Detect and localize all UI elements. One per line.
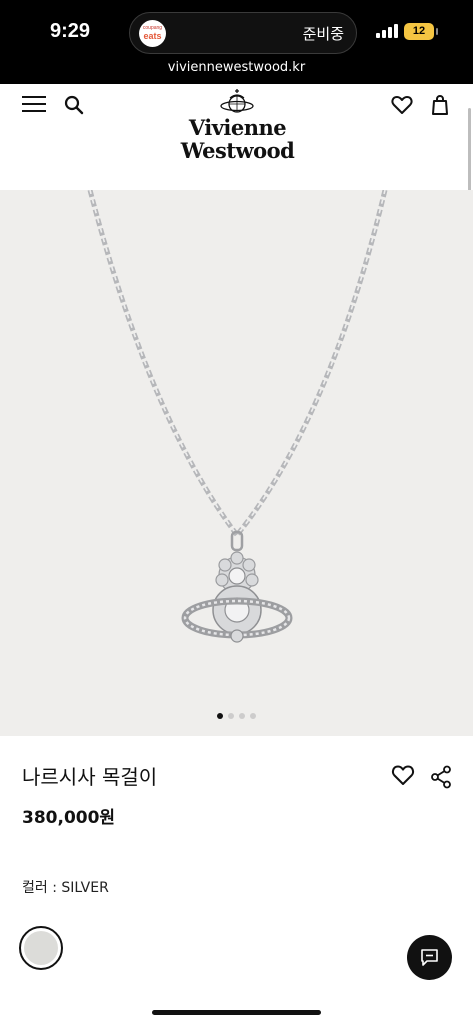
delivery-status: 준비중 xyxy=(302,25,344,43)
status-bar: 9:29 coupang eats 준비중 12 viviennewestwoo… xyxy=(0,0,473,84)
search-icon[interactable] xyxy=(64,95,84,119)
heart-icon[interactable] xyxy=(391,95,413,119)
pagination-dot-1[interactable] xyxy=(217,713,223,719)
menu-icon[interactable] xyxy=(22,95,46,117)
gallery-pagination[interactable] xyxy=(0,713,473,719)
color-label: 컬러 : xyxy=(22,880,62,896)
dynamic-island[interactable]: coupang eats 준비중 xyxy=(129,12,357,54)
shopping-bag-icon[interactable] xyxy=(432,94,448,119)
orb-logo-icon[interactable] xyxy=(220,88,254,118)
site-header: Vivienne Westwood xyxy=(0,84,473,190)
signal-icon xyxy=(376,24,398,38)
product-price: 380,000원 xyxy=(22,808,116,828)
chat-button[interactable] xyxy=(407,935,452,980)
wishlist-heart-icon[interactable] xyxy=(391,764,415,790)
product-name: 나르시사 목걸이 xyxy=(22,765,158,789)
necklace-image xyxy=(87,190,388,643)
pagination-dot-4[interactable] xyxy=(250,713,256,719)
pagination-dot-2[interactable] xyxy=(228,713,234,719)
product-image-gallery[interactable] xyxy=(0,190,473,736)
battery-level: 12 xyxy=(412,25,426,37)
color-value: SILVER xyxy=(61,880,109,896)
brand-logo[interactable]: Vivienne Westwood xyxy=(160,116,315,162)
color-option-label: 컬러 : SILVER xyxy=(22,877,109,897)
url-bar[interactable]: viviennewestwood.kr xyxy=(0,60,473,75)
pagination-dot-3[interactable] xyxy=(239,713,245,719)
share-icon[interactable] xyxy=(430,765,452,793)
battery-icon: 12 xyxy=(404,23,438,40)
color-swatch-silver[interactable] xyxy=(19,926,63,970)
home-indicator[interactable] xyxy=(152,1010,321,1015)
clock: 9:29 xyxy=(50,20,91,42)
chat-icon xyxy=(421,949,438,966)
coupang-eats-icon: coupang eats xyxy=(139,20,166,47)
